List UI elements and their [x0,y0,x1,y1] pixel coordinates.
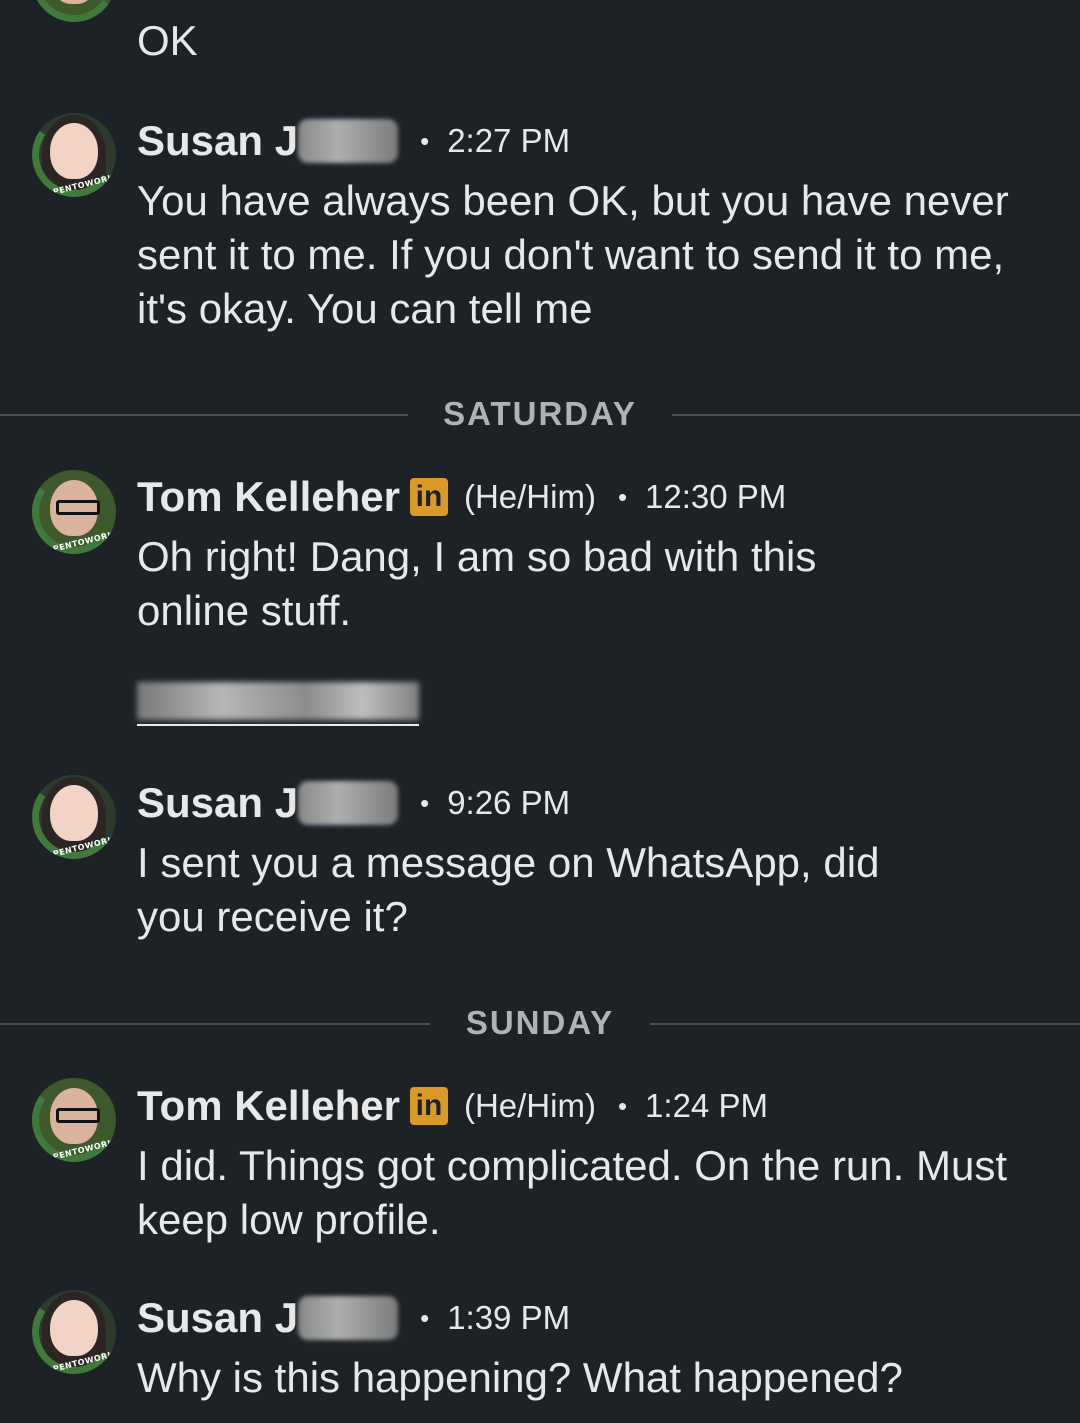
message-header: Tom Kelleher in (He/Him) • 1:24 PM [137,1081,768,1131]
sender-name[interactable]: Susan J [137,117,298,165]
date-divider: SUNDAY [0,1004,1080,1044]
separator-dot: • [617,481,628,512]
message-time: 12:30 PM [645,478,787,515]
message-text: You have always been OK, but you have ne… [137,177,1009,332]
redacted-attachment-link[interactable] [137,680,419,726]
message-time: 1:39 PM [447,1299,571,1336]
message-time: 9:26 PM [447,784,571,821]
redacted-name-blur [298,1296,399,1340]
avatar[interactable]: #OPENTOWORK [32,775,116,859]
message-time: 2:27 PM [447,122,571,159]
sender-name[interactable]: Susan J [137,779,298,827]
message-header: Tom Kelleher in (He/Him) • 12:30 PM [137,472,786,522]
linkedin-icon: in [409,478,448,516]
pronouns: (He/Him) [463,478,596,515]
message-header: Susan J • 1:39 PM [137,1293,570,1343]
separator-dot: • [420,125,430,156]
message-text: I sent you a message on WhatsApp, did yo… [137,839,880,940]
redacted-name-blur [298,781,399,825]
linkedin-icon: in [409,1087,448,1125]
avatar[interactable]: #OPENTOWORK [32,1290,116,1374]
message-text: I did. Things got complicated. On the ru… [137,1142,1008,1243]
avatar[interactable] [32,0,116,22]
separator-dot: • [617,1090,628,1121]
avatar[interactable]: #OPENTOWORK [32,470,116,554]
sender-name[interactable]: Tom Kelleher [137,1082,400,1130]
sender-name[interactable]: Tom Kelleher [137,473,400,521]
message-text: Why is this happening? What happened? [137,1354,903,1401]
avatar[interactable]: #OPENTOWORK [32,1078,116,1162]
redacted-name-blur [298,119,399,163]
pronouns: (He/Him) [463,1087,596,1124]
message-text: OK [137,17,198,64]
date-divider: SATURDAY [0,395,1080,435]
message-text: Oh right! Dang, I am so bad with this on… [137,533,817,634]
avatar[interactable]: #OPENTOWORK [32,113,116,197]
message-time: 1:24 PM [645,1087,768,1124]
message-header: Susan J • 9:26 PM [137,778,570,828]
separator-dot: • [420,1302,430,1333]
separator-dot: • [420,787,430,818]
sender-name[interactable]: Susan J [137,1294,298,1342]
message-header: Susan J • 2:27 PM [137,116,570,166]
